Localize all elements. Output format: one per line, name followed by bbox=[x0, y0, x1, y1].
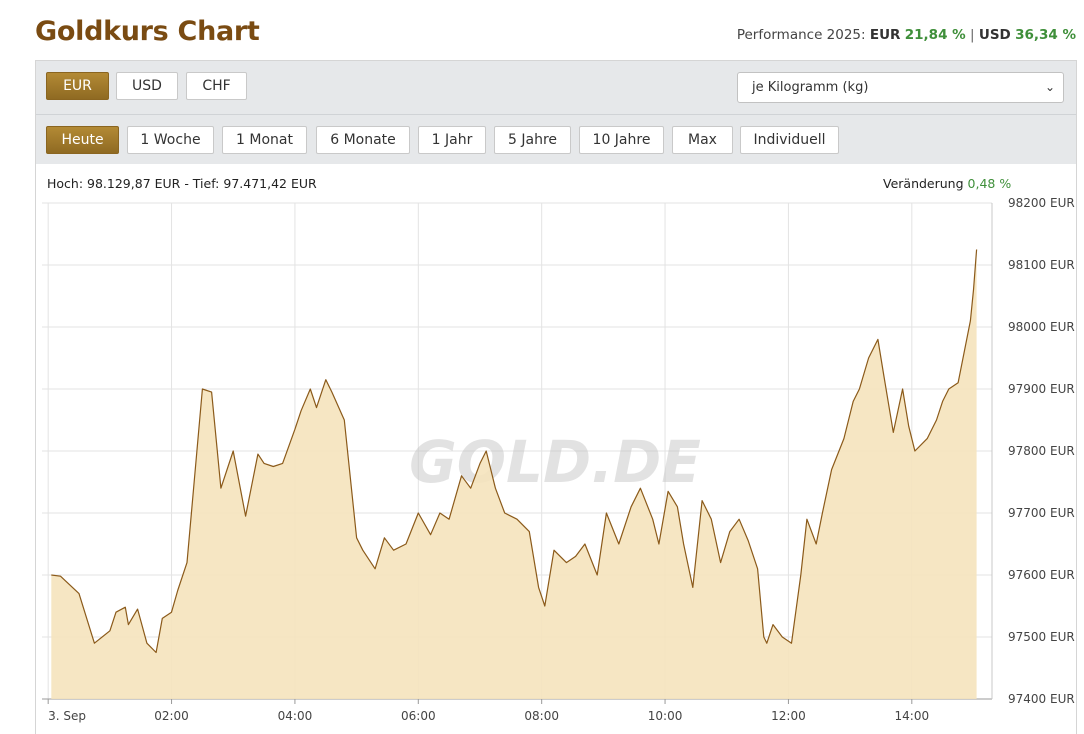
x-tick-label: 02:00 bbox=[154, 709, 189, 723]
x-tick-label: 14:00 bbox=[895, 709, 930, 723]
y-tick-label: 98100 EUR bbox=[1008, 258, 1075, 272]
y-tick-label: 97400 EUR bbox=[1008, 692, 1075, 706]
x-tick-label: 12:00 bbox=[771, 709, 806, 723]
watermark-logo: GOLD.DE bbox=[409, 428, 701, 496]
x-tick-label: 3. Sep bbox=[48, 709, 86, 723]
y-tick-label: 97900 EUR bbox=[1008, 382, 1075, 396]
price-chart[interactable]: 97400 EUR 97500 EUR 97600 EUR 97700 EUR 9780… bbox=[0, 0, 1084, 733]
x-tick-label: 10:00 bbox=[648, 709, 683, 723]
y-tick-label: 98000 EUR bbox=[1008, 320, 1075, 334]
y-tick-label: 97800 EUR bbox=[1008, 444, 1075, 458]
y-tick-label: 98200 EUR bbox=[1008, 196, 1075, 210]
y-tick-label: 97500 EUR bbox=[1008, 630, 1075, 644]
y-tick-label: 97700 EUR bbox=[1008, 506, 1075, 520]
y-tick-label: 97600 EUR bbox=[1008, 568, 1075, 582]
x-tick-label: 06:00 bbox=[401, 709, 436, 723]
x-tick-label: 04:00 bbox=[278, 709, 313, 723]
x-tick-label: 08:00 bbox=[524, 709, 559, 723]
